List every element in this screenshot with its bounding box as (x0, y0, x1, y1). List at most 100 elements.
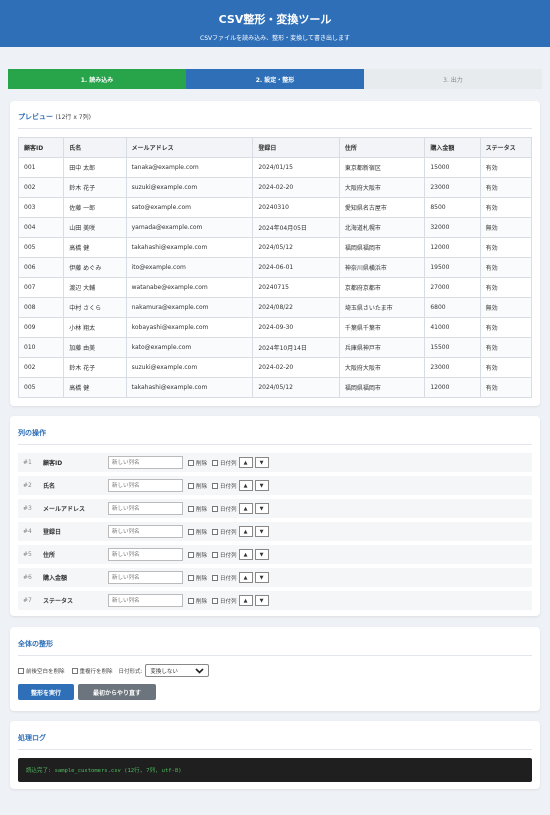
rename-input[interactable] (108, 548, 183, 561)
table-cell: 有効 (479, 157, 533, 178)
step-settings[interactable]: 2. 設定・整形 (186, 69, 364, 89)
table-cell: 27000 (424, 277, 481, 298)
move-up-button[interactable]: ▲ (238, 572, 253, 583)
checkbox-box[interactable] (212, 597, 219, 604)
table-cell: 6800 (424, 297, 481, 318)
checkbox-box[interactable] (188, 528, 194, 535)
move-down-button[interactable]: ▼ (254, 457, 269, 468)
table-cell: 002 (17, 177, 65, 198)
table-cell: 005 (17, 377, 65, 398)
delete-checkbox[interactable]: 削除 (188, 551, 207, 559)
date-column-checkbox[interactable]: 日付列 (212, 597, 237, 605)
checkbox-box[interactable] (212, 551, 219, 558)
move-down-button[interactable]: ▼ (254, 503, 269, 514)
table-cell: 2024/08/22 (252, 297, 340, 318)
table-cell: 鈴木 花子 (63, 177, 127, 198)
delete-checkbox[interactable]: 削除 (188, 482, 207, 490)
move-up-button[interactable]: ▲ (238, 549, 253, 560)
table-cell: 12000 (424, 377, 481, 398)
table-cell: 中村 さくら (63, 297, 127, 318)
dedupe-checkbox[interactable]: 重複行を削除 (71, 667, 113, 675)
table-cell: 有効 (479, 257, 533, 278)
checkbox-box[interactable] (212, 505, 219, 512)
table-cell: 北海道札幌市 (338, 217, 426, 238)
reset-button[interactable]: 最初からやり直す (78, 684, 156, 700)
checkbox-box[interactable] (212, 574, 219, 581)
table-cell: 有効 (479, 317, 533, 338)
table-body: 001 田中 太郎 tanaka@example.com 2024/01/15 東京都新… (17, 157, 533, 398)
table-cell: 32000 (424, 217, 481, 238)
step-output[interactable]: 3. 出力 (364, 69, 542, 89)
step-load[interactable]: 1. 読み込み (8, 69, 186, 89)
move-up-button[interactable]: ▲ (238, 457, 253, 468)
checkbox-box[interactable] (188, 505, 194, 512)
table-cell: 有効 (479, 177, 533, 198)
table-row: 005 高橋 健 takahashi@example.com 2024/05/12 福岡… (17, 377, 533, 398)
move-up-button[interactable]: ▲ (238, 480, 253, 491)
table-cell: 23000 (424, 357, 481, 378)
delete-checkbox[interactable]: 削除 (188, 505, 207, 513)
table-row: 006 伊藤 めぐみ ito@example.com 2024-06-01 神奈川県横浜… (17, 257, 533, 278)
date-format-label: 日付形式: (118, 668, 143, 675)
table-cell: 001 (17, 157, 65, 178)
preview-heading: プレビュー (12行 x 7列) (18, 112, 532, 129)
rename-input[interactable] (108, 525, 183, 538)
rename-input[interactable] (108, 594, 183, 607)
trim-checkbox[interactable]: 前後空白を削除 (18, 667, 65, 675)
date-column-checkbox[interactable]: 日付列 (212, 528, 237, 536)
checkbox-box[interactable] (212, 482, 219, 489)
column-name: メールアドレス (43, 506, 86, 513)
table-row: 002 鈴木 花子 suzuki@example.com 2024-02-20 大阪府大… (17, 177, 533, 198)
delete-checkbox[interactable]: 削除 (188, 528, 207, 536)
table-cell: 有効 (479, 337, 533, 358)
table-row: 008 中村 さくら nakamura@example.com 2024/08/22 埼… (17, 297, 533, 318)
rename-input[interactable] (108, 456, 183, 469)
move-up-button[interactable]: ▲ (238, 595, 253, 606)
app-title: CSV整形・変換ツール (218, 13, 332, 26)
delete-checkbox[interactable]: 削除 (188, 597, 207, 605)
global-actions: 整形を実行 最初からやり直す (18, 684, 532, 700)
table-cell: 渡辺 大輔 (63, 277, 127, 298)
move-down-button[interactable]: ▼ (254, 595, 269, 606)
rename-input[interactable] (108, 479, 183, 492)
checkbox-box[interactable] (212, 528, 219, 535)
move-up-button[interactable]: ▲ (238, 526, 253, 537)
checkbox-box[interactable] (212, 459, 219, 466)
column-name: 氏名 (43, 483, 56, 490)
table-cell: 鈴木 花子 (63, 357, 127, 378)
checkbox-box[interactable] (188, 459, 194, 466)
checkbox-box[interactable] (188, 597, 194, 604)
table-cell: 009 (17, 317, 65, 338)
column-number: #4 (23, 528, 32, 535)
date-column-checkbox[interactable]: 日付列 (212, 482, 237, 490)
rename-input[interactable] (108, 502, 183, 515)
move-down-button[interactable]: ▼ (254, 572, 269, 583)
checkbox-box[interactable] (188, 551, 194, 558)
delete-checkbox[interactable]: 削除 (188, 574, 207, 582)
rename-input[interactable] (108, 571, 183, 584)
table-cell: nakamura@example.com (125, 297, 254, 318)
checkbox-box[interactable] (71, 667, 78, 674)
step-indicator: 1. 読み込み 2. 設定・整形 3. 出力 (8, 69, 542, 89)
checkbox-box[interactable] (18, 667, 24, 674)
run-format-button[interactable]: 整形を実行 (18, 684, 74, 700)
date-column-checkbox[interactable]: 日付列 (212, 551, 237, 559)
delete-checkbox[interactable]: 削除 (188, 459, 207, 467)
table-cell: 千葉県千葉市 (338, 317, 426, 338)
date-column-checkbox[interactable]: 日付列 (212, 574, 237, 582)
table-header-cell: 住所 (338, 137, 426, 158)
log-heading: 処理ログ (18, 733, 532, 750)
date-format-select[interactable]: 変換しない (145, 664, 210, 677)
date-column-checkbox[interactable]: 日付列 (212, 505, 237, 513)
move-down-button[interactable]: ▼ (254, 549, 269, 560)
move-down-button[interactable]: ▼ (254, 480, 269, 491)
date-column-checkbox[interactable]: 日付列 (212, 459, 237, 467)
global-heading: 全体の整形 (18, 639, 532, 656)
log-output: 読込完了: sample_customers.csv (12行, 7列, utf… (18, 758, 532, 782)
table-cell: 12000 (424, 237, 481, 258)
move-up-button[interactable]: ▲ (238, 503, 253, 514)
checkbox-box[interactable] (188, 482, 194, 489)
table-cell: 大阪府大阪市 (338, 177, 426, 198)
move-down-button[interactable]: ▼ (254, 526, 269, 537)
checkbox-box[interactable] (188, 574, 194, 581)
